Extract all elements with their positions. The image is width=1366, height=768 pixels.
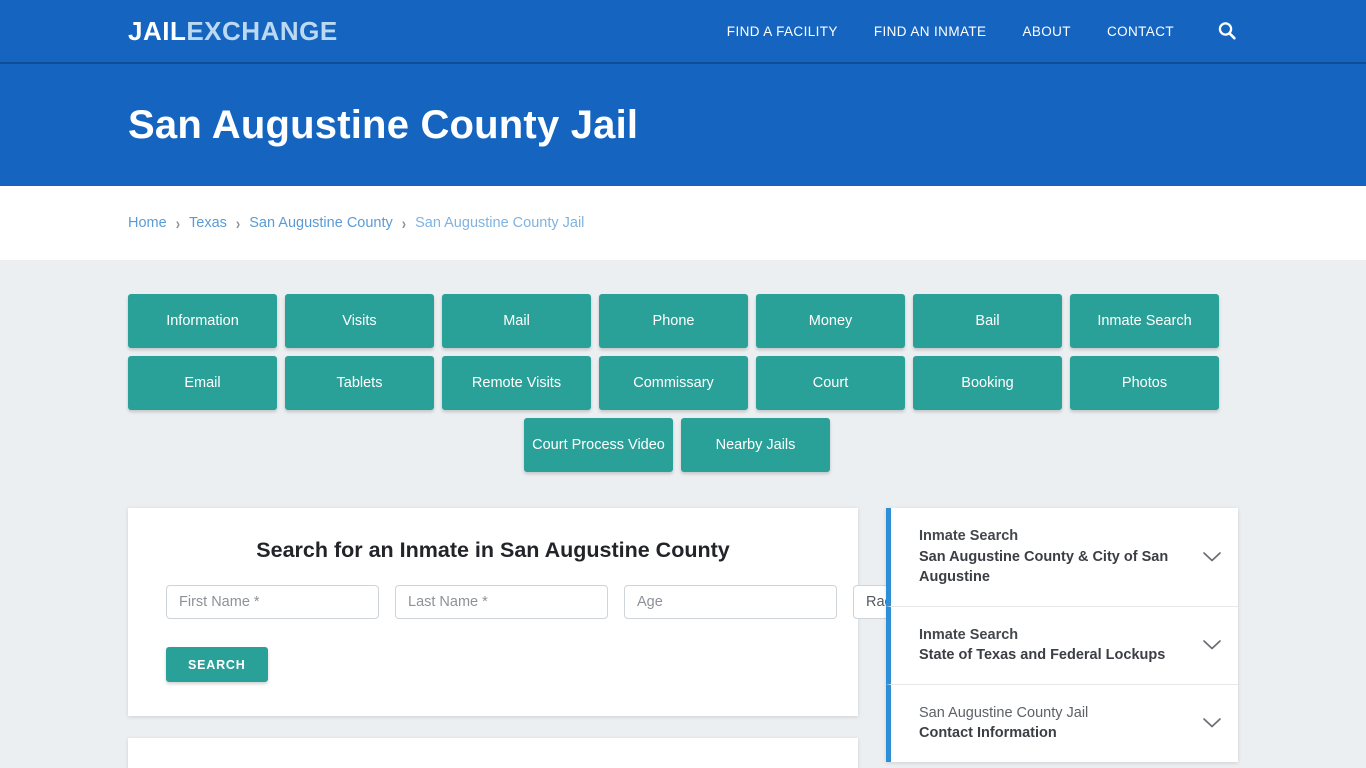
inmate-search-form: Race [148,585,1015,619]
chevron-down-icon[interactable] [1202,551,1222,563]
tab-money[interactable]: Money [756,294,905,348]
sidebar-column: Inmate Search San Augustine County & Cit… [886,508,1238,768]
nav-item-find-a-facility[interactable]: FIND A FACILITY [727,24,838,39]
breadcrumb-separator-icon: › [401,213,407,233]
search-button[interactable]: SEARCH [166,647,268,682]
content-columns: Search for an Inmate in San Augustine Co… [128,508,1238,768]
page-body: Information Visits Mail Phone Money Bail… [0,260,1366,768]
breadcrumb-separator-icon: › [175,213,181,233]
tab-phone[interactable]: Phone [599,294,748,348]
tab-email[interactable]: Email [128,356,277,410]
breadcrumb-item-texas[interactable]: Texas [189,215,227,231]
breadcrumb-item-current[interactable]: San Augustine County Jail [415,215,584,231]
accordion-item-text: Inmate Search State of Texas and Federal… [919,625,1192,666]
inmate-search-title: Search for an Inmate in San Augustine Co… [256,538,730,562]
accordion-line-2: State of Texas and Federal Lockups [919,647,1166,664]
nav-item-about[interactable]: ABOUT [1022,24,1071,39]
breadcrumb-item-home[interactable]: Home [128,215,167,231]
tab-court-process-video[interactable]: Court Process Video [524,418,673,472]
chevron-down-icon[interactable] [1202,717,1222,729]
jail-information-card: San Augustine County Jail Information [128,738,858,768]
main-column: Search for an Inmate in San Augustine Co… [128,508,1015,768]
accordion-line-1: Inmate Search [919,528,1019,544]
tab-photos[interactable]: Photos [1070,356,1219,410]
accordion-line-2: Contact Information [919,725,1057,742]
search-icon[interactable] [1216,20,1238,42]
nav-item-contact[interactable]: CONTACT [1107,24,1174,39]
sidebar-accordion: Inmate Search San Augustine County & Cit… [886,508,1238,763]
tab-remote-visits[interactable]: Remote Visits [442,356,591,410]
tab-information[interactable]: Information [128,294,277,348]
nav-item-find-an-inmate[interactable]: FIND AN INMATE [874,24,987,39]
age-input[interactable] [624,585,837,619]
facility-tab-row-3: Court Process Video Nearby Jails [128,418,1226,472]
accordion-line-1: San Augustine County Jail [919,704,1089,721]
tab-commissary[interactable]: Commissary [599,356,748,410]
accordion-item-text: San Augustine County Jail Contact Inform… [919,703,1192,744]
tab-tablets[interactable]: Tablets [285,356,434,410]
breadcrumb-separator-icon: › [235,213,241,233]
last-name-input[interactable] [395,585,608,619]
logo-text-primary: JAIL [128,16,187,46]
accordion-item-text: Inmate Search San Augustine County & Cit… [919,526,1192,588]
tab-bail[interactable]: Bail [913,294,1062,348]
tab-booking[interactable]: Booking [913,356,1062,410]
top-navigation-bar: JAILEXCHANGE FIND A FACILITY FIND AN INM… [0,0,1366,64]
nav-links: FIND A FACILITY FIND AN INMATE ABOUT CON… [727,20,1238,42]
site-logo[interactable]: JAILEXCHANGE [128,18,338,44]
logo-text-secondary: EXCHANGE [186,16,338,46]
hero-banner: San Augustine County Jail [0,64,1366,186]
tab-nearby-jails[interactable]: Nearby Jails [681,418,830,472]
page-title: San Augustine County Jail [128,103,639,147]
facility-tab-grid: Information Visits Mail Phone Money Bail… [128,294,1226,410]
accordion-item-contact-information[interactable]: San Augustine County Jail Contact Inform… [886,684,1238,763]
tab-visits[interactable]: Visits [285,294,434,348]
first-name-input[interactable] [166,585,379,619]
accordion-line-1: Inmate Search [919,626,1019,643]
accordion-item-inmate-search-county[interactable]: Inmate Search San Augustine County & Cit… [886,508,1238,607]
tab-mail[interactable]: Mail [442,294,591,348]
breadcrumb-band: Home › Texas › San Augustine County › Sa… [0,186,1366,260]
accordion-item-inmate-search-state[interactable]: Inmate Search State of Texas and Federal… [886,606,1238,685]
chevron-down-icon[interactable] [1202,639,1222,651]
tab-court[interactable]: Court [756,356,905,410]
breadcrumb: Home › Texas › San Augustine County › Sa… [128,213,584,233]
tab-inmate-search[interactable]: Inmate Search [1070,294,1219,348]
accordion-line-2: San Augustine County & City of San Augus… [919,548,1169,586]
inmate-search-card: Search for an Inmate in San Augustine Co… [128,508,1015,716]
breadcrumb-item-county[interactable]: San Augustine County [249,215,393,231]
